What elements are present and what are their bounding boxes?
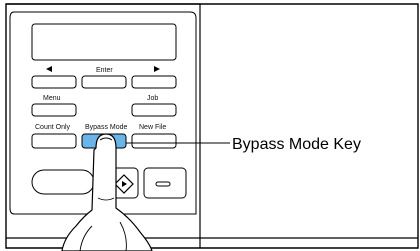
count-only-key[interactable] xyxy=(31,133,77,149)
menu-key[interactable] xyxy=(31,103,77,117)
job-label: Job xyxy=(147,95,158,102)
menu-label: Menu xyxy=(43,95,61,102)
enter-label: Enter xyxy=(96,67,113,74)
right-arrow-key[interactable] xyxy=(131,75,177,89)
count-only-label: Count Only xyxy=(35,124,71,131)
left-arrow-key[interactable] xyxy=(31,75,77,89)
control-panel-diagram: Enter Menu Job Count Only Bypass Mode Ne… xyxy=(0,0,420,251)
stop-icon xyxy=(155,181,171,187)
new-file-label: New File xyxy=(139,124,166,131)
job-key[interactable] xyxy=(131,103,177,117)
lcd-display xyxy=(31,23,177,61)
control-panel-illustration: Enter Menu Job Count Only Bypass Mode Ne… xyxy=(5,3,419,251)
bypass-mode-label: Bypass Mode xyxy=(85,124,128,131)
reset-key[interactable] xyxy=(31,169,95,195)
new-file-key[interactable] xyxy=(131,133,177,149)
bypass-mode-key-callout: Bypass Mode Key xyxy=(232,136,361,153)
enter-key[interactable] xyxy=(81,75,127,89)
